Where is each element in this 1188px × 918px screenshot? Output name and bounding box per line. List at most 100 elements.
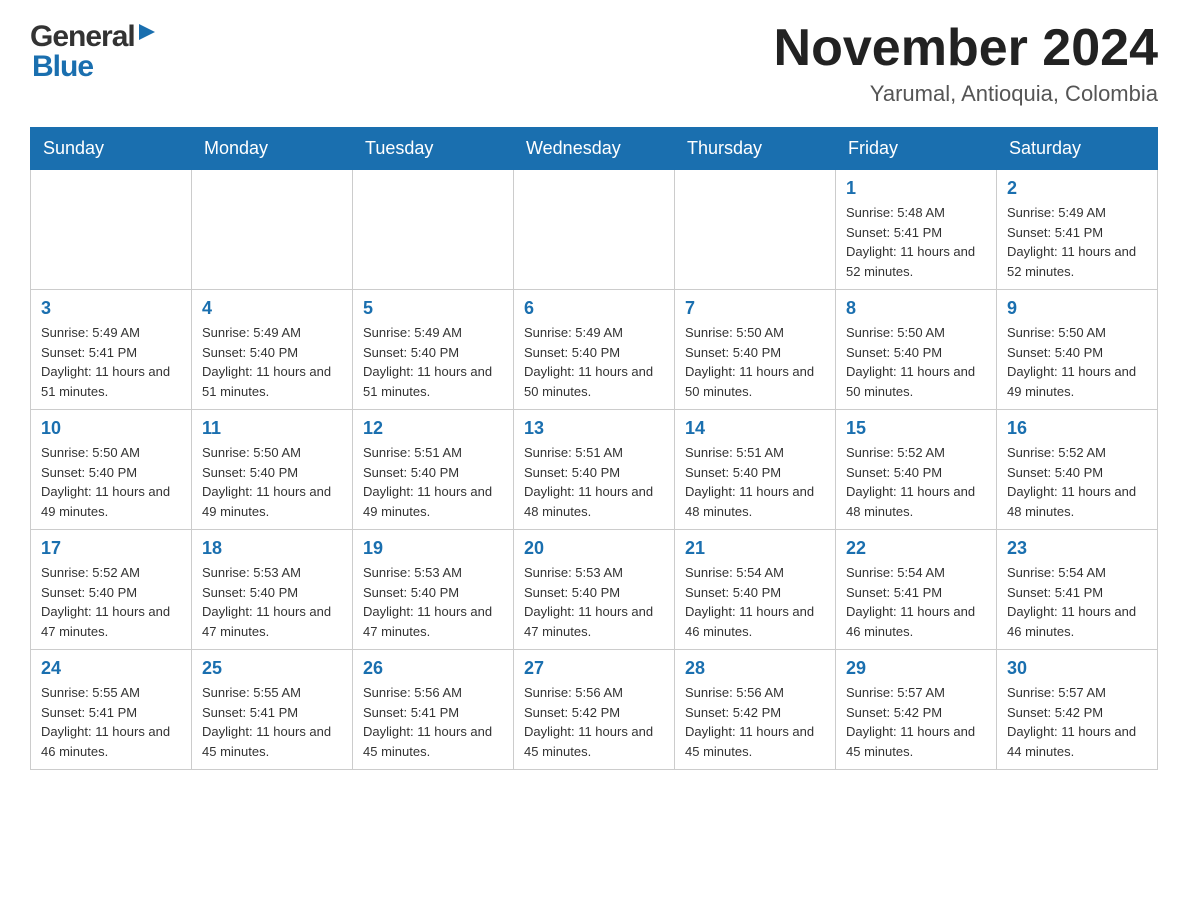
day-info: Sunrise: 5:54 AMSunset: 5:40 PMDaylight:… — [685, 563, 825, 641]
week-row-2: 3 Sunrise: 5:49 AMSunset: 5:41 PMDaylight… — [31, 290, 1158, 410]
day-info: Sunrise: 5:50 AMSunset: 5:40 PMDaylight:… — [846, 323, 986, 401]
logo-flag-icon — [135, 22, 157, 49]
day-info: Sunrise: 5:56 AMSunset: 5:41 PMDaylight:… — [363, 683, 503, 761]
calendar-cell: 15 Sunrise: 5:52 AMSunset: 5:40 PMDayligh… — [836, 410, 997, 530]
calendar-cell: 4 Sunrise: 5:49 AMSunset: 5:40 PMDaylight… — [192, 290, 353, 410]
day-info: Sunrise: 5:50 AMSunset: 5:40 PMDaylight:… — [202, 443, 342, 521]
day-info: Sunrise: 5:53 AMSunset: 5:40 PMDaylight:… — [363, 563, 503, 641]
day-number: 30 — [1007, 658, 1147, 679]
calendar-cell — [31, 170, 192, 290]
calendar-cell — [675, 170, 836, 290]
day-number: 22 — [846, 538, 986, 559]
calendar-cell: 29 Sunrise: 5:57 AMSunset: 5:42 PMDayligh… — [836, 650, 997, 770]
calendar-cell: 5 Sunrise: 5:49 AMSunset: 5:40 PMDaylight… — [353, 290, 514, 410]
day-number: 7 — [685, 298, 825, 319]
day-info: Sunrise: 5:48 AMSunset: 5:41 PMDaylight:… — [846, 203, 986, 281]
day-header-wednesday: Wednesday — [514, 128, 675, 170]
day-header-friday: Friday — [836, 128, 997, 170]
day-number: 28 — [685, 658, 825, 679]
calendar-cell: 25 Sunrise: 5:55 AMSunset: 5:41 PMDayligh… — [192, 650, 353, 770]
day-number: 20 — [524, 538, 664, 559]
location-title: Yarumal, Antioquia, Colombia — [774, 81, 1158, 107]
day-info: Sunrise: 5:56 AMSunset: 5:42 PMDaylight:… — [685, 683, 825, 761]
day-info: Sunrise: 5:52 AMSunset: 5:40 PMDaylight:… — [1007, 443, 1147, 521]
calendar-cell: 3 Sunrise: 5:49 AMSunset: 5:41 PMDaylight… — [31, 290, 192, 410]
day-number: 17 — [41, 538, 181, 559]
calendar-cell: 2 Sunrise: 5:49 AMSunset: 5:41 PMDaylight… — [997, 170, 1158, 290]
day-info: Sunrise: 5:56 AMSunset: 5:42 PMDaylight:… — [524, 683, 664, 761]
logo-blue-text: Blue — [32, 50, 93, 84]
days-of-week-row: SundayMondayTuesdayWednesdayThursdayFrid… — [31, 128, 1158, 170]
day-info: Sunrise: 5:54 AMSunset: 5:41 PMDaylight:… — [846, 563, 986, 641]
week-row-5: 24 Sunrise: 5:55 AMSunset: 5:41 PMDayligh… — [31, 650, 1158, 770]
day-info: Sunrise: 5:49 AMSunset: 5:40 PMDaylight:… — [363, 323, 503, 401]
day-header-saturday: Saturday — [997, 128, 1158, 170]
day-header-tuesday: Tuesday — [353, 128, 514, 170]
calendar-cell — [192, 170, 353, 290]
day-info: Sunrise: 5:53 AMSunset: 5:40 PMDaylight:… — [524, 563, 664, 641]
day-number: 8 — [846, 298, 986, 319]
week-row-1: 1 Sunrise: 5:48 AMSunset: 5:41 PMDaylight… — [31, 170, 1158, 290]
calendar-cell: 13 Sunrise: 5:51 AMSunset: 5:40 PMDayligh… — [514, 410, 675, 530]
day-info: Sunrise: 5:50 AMSunset: 5:40 PMDaylight:… — [1007, 323, 1147, 401]
day-number: 15 — [846, 418, 986, 439]
calendar-cell: 19 Sunrise: 5:53 AMSunset: 5:40 PMDayligh… — [353, 530, 514, 650]
calendar-cell: 28 Sunrise: 5:56 AMSunset: 5:42 PMDayligh… — [675, 650, 836, 770]
calendar-cell: 9 Sunrise: 5:50 AMSunset: 5:40 PMDaylight… — [997, 290, 1158, 410]
calendar-cell: 20 Sunrise: 5:53 AMSunset: 5:40 PMDayligh… — [514, 530, 675, 650]
logo: General Blue — [30, 20, 157, 84]
day-number: 10 — [41, 418, 181, 439]
calendar-cell — [514, 170, 675, 290]
calendar-cell: 10 Sunrise: 5:50 AMSunset: 5:40 PMDayligh… — [31, 410, 192, 530]
day-number: 5 — [363, 298, 503, 319]
day-header-sunday: Sunday — [31, 128, 192, 170]
calendar-cell: 21 Sunrise: 5:54 AMSunset: 5:40 PMDayligh… — [675, 530, 836, 650]
day-info: Sunrise: 5:54 AMSunset: 5:41 PMDaylight:… — [1007, 563, 1147, 641]
day-number: 18 — [202, 538, 342, 559]
calendar-cell — [353, 170, 514, 290]
calendar-cell: 16Sunrise: 5:52 AMSunset: 5:40 PMDayligh… — [997, 410, 1158, 530]
calendar-cell: 27Sunrise: 5:56 AMSunset: 5:42 PMDayligh… — [514, 650, 675, 770]
day-number: 21 — [685, 538, 825, 559]
calendar-cell: 18Sunrise: 5:53 AMSunset: 5:40 PMDayligh… — [192, 530, 353, 650]
logo-general-text: General — [30, 20, 135, 54]
calendar-cell: 24 Sunrise: 5:55 AMSunset: 5:41 PMDayligh… — [31, 650, 192, 770]
week-row-3: 10 Sunrise: 5:50 AMSunset: 5:40 PMDayligh… — [31, 410, 1158, 530]
calendar-cell: 14Sunrise: 5:51 AMSunset: 5:40 PMDayligh… — [675, 410, 836, 530]
calendar-cell: 26Sunrise: 5:56 AMSunset: 5:41 PMDayligh… — [353, 650, 514, 770]
calendar-cell: 8 Sunrise: 5:50 AMSunset: 5:40 PMDaylight… — [836, 290, 997, 410]
day-number: 9 — [1007, 298, 1147, 319]
day-header-thursday: Thursday — [675, 128, 836, 170]
day-info: Sunrise: 5:49 AMSunset: 5:40 PMDaylight:… — [202, 323, 342, 401]
day-info: Sunrise: 5:55 AMSunset: 5:41 PMDaylight:… — [41, 683, 181, 761]
day-info: Sunrise: 5:49 AMSunset: 5:41 PMDaylight:… — [41, 323, 181, 401]
day-number: 24 — [41, 658, 181, 679]
calendar-cell: 6Sunrise: 5:49 AMSunset: 5:40 PMDaylight… — [514, 290, 675, 410]
day-info: Sunrise: 5:57 AMSunset: 5:42 PMDaylight:… — [1007, 683, 1147, 761]
day-info: Sunrise: 5:51 AMSunset: 5:40 PMDaylight:… — [685, 443, 825, 521]
calendar-cell: 12Sunrise: 5:51 AMSunset: 5:40 PMDayligh… — [353, 410, 514, 530]
day-info: Sunrise: 5:50 AMSunset: 5:40 PMDaylight:… — [41, 443, 181, 521]
day-info: Sunrise: 5:51 AMSunset: 5:40 PMDaylight:… — [524, 443, 664, 521]
calendar-cell: 1 Sunrise: 5:48 AMSunset: 5:41 PMDaylight… — [836, 170, 997, 290]
day-number: 1 — [846, 178, 986, 199]
title-block: November 2024 Yarumal, Antioquia, Colomb… — [774, 20, 1158, 107]
calendar-cell: 11Sunrise: 5:50 AMSunset: 5:40 PMDayligh… — [192, 410, 353, 530]
day-info: Sunrise: 5:52 AMSunset: 5:40 PMDaylight:… — [846, 443, 986, 521]
day-info: Sunrise: 5:51 AMSunset: 5:40 PMDaylight:… — [363, 443, 503, 521]
day-info: Sunrise: 5:57 AMSunset: 5:42 PMDaylight:… — [846, 683, 986, 761]
day-number: 3 — [41, 298, 181, 319]
day-number: 29 — [846, 658, 986, 679]
day-number: 6 — [524, 298, 664, 319]
calendar-cell: 22 Sunrise: 5:54 AMSunset: 5:41 PMDayligh… — [836, 530, 997, 650]
day-info: Sunrise: 5:55 AMSunset: 5:41 PMDaylight:… — [202, 683, 342, 761]
day-number: 19 — [363, 538, 503, 559]
day-info: Sunrise: 5:50 AMSunset: 5:40 PMDaylight:… — [685, 323, 825, 401]
day-number: 23 — [1007, 538, 1147, 559]
day-number: 2 — [1007, 178, 1147, 199]
day-number: 25 — [202, 658, 342, 679]
calendar-cell: 7 Sunrise: 5:50 AMSunset: 5:40 PMDaylight… — [675, 290, 836, 410]
day-info: Sunrise: 5:49 AMSunset: 5:41 PMDaylight:… — [1007, 203, 1147, 281]
day-number: 4 — [202, 298, 342, 319]
day-number: 13 — [524, 418, 664, 439]
